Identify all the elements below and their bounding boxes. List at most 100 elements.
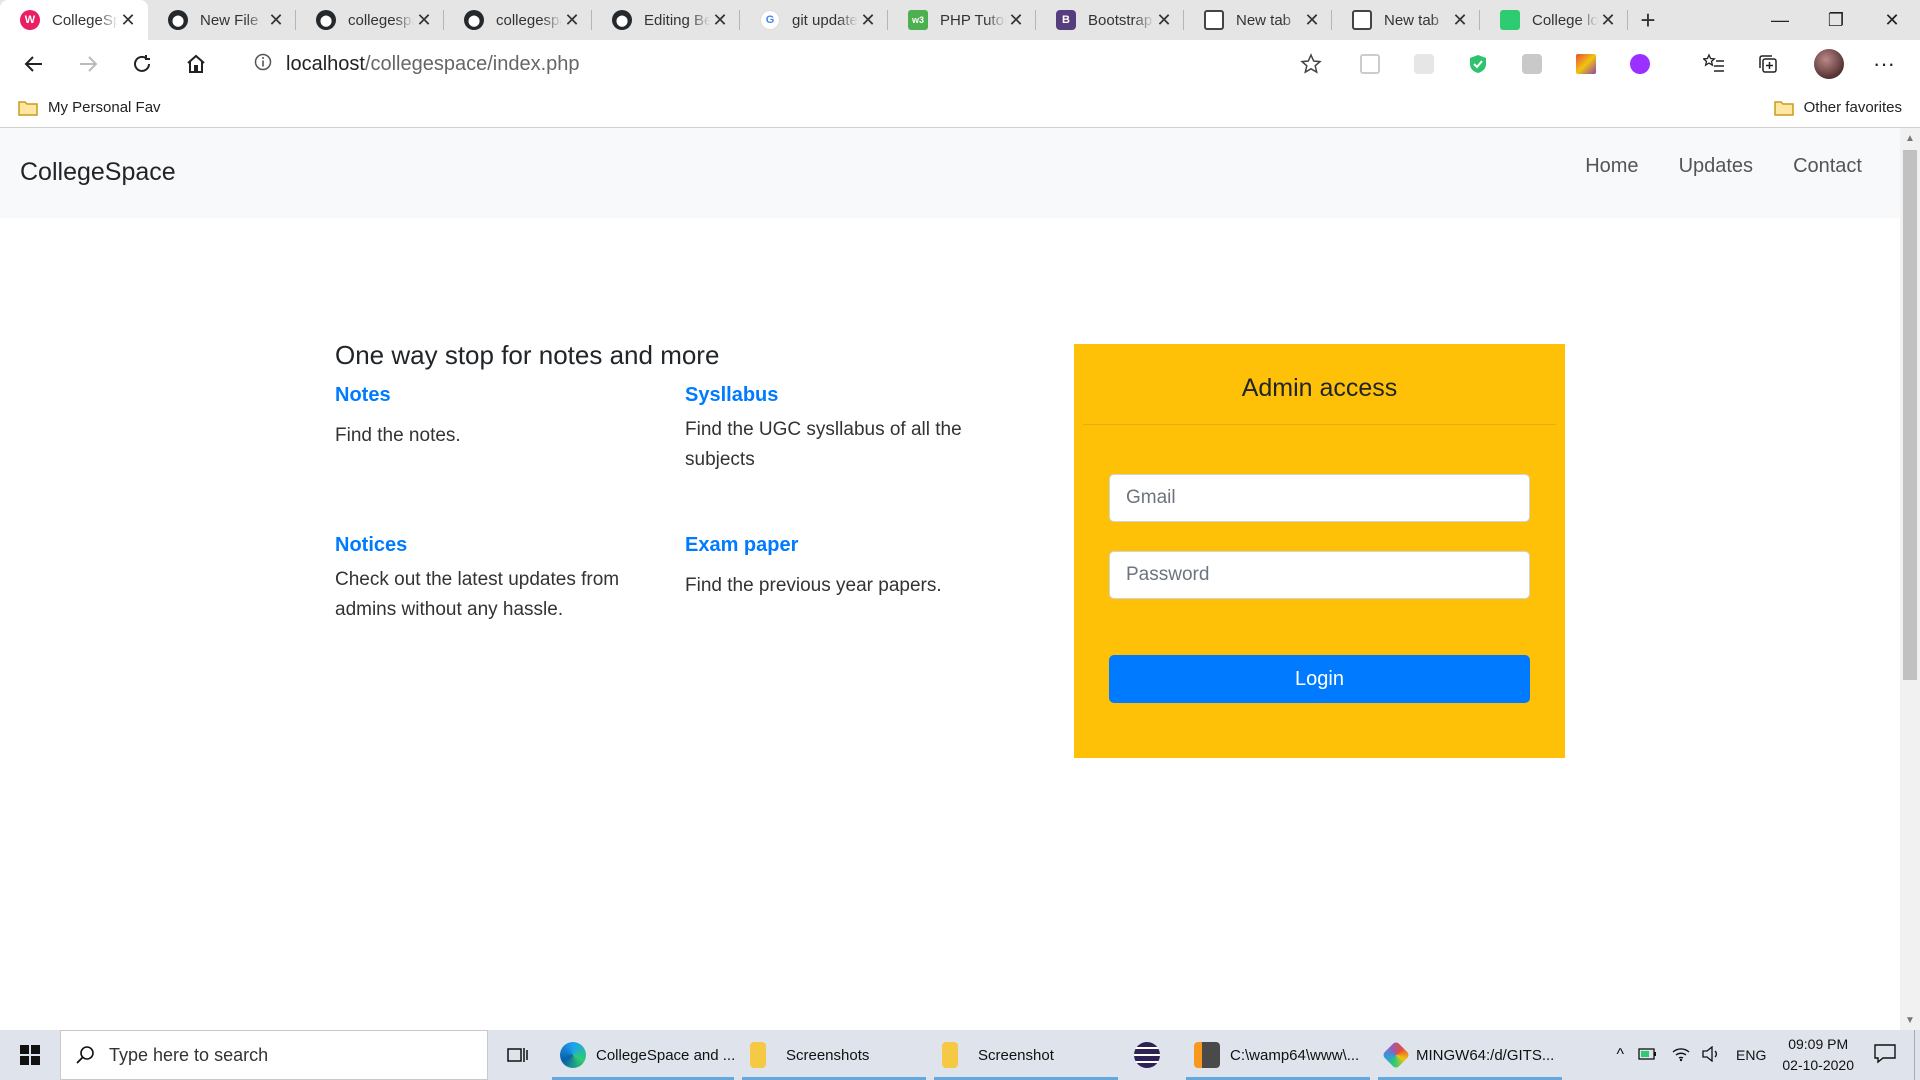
folder-icon (750, 1042, 766, 1068)
folder-icon (1773, 100, 1794, 116)
clock-date: 02-10-2020 (1782, 1057, 1854, 1073)
search-placeholder: Type here to search (109, 1044, 269, 1065)
tab-bootstrap[interactable]: B Bootstrap ✕ (1036, 0, 1184, 40)
extension-gray-icon-1[interactable] (1358, 52, 1382, 76)
more-options-icon[interactable]: ··· (1872, 51, 1896, 76)
feature-text: Find the previous year papers. (685, 575, 942, 596)
feature-title[interactable]: Notices (335, 534, 665, 557)
extension-gray-icon-2[interactable] (1412, 52, 1436, 76)
close-icon[interactable]: ✕ (1154, 10, 1174, 31)
taskbar-app-screenshot[interactable]: Screenshot (930, 1030, 1122, 1080)
taskbar-app-sublime[interactable]: C:\wamp64\www\... (1182, 1030, 1374, 1080)
tab-title: Editing Be (644, 11, 710, 29)
feature-notes: Notes Find the notes. (335, 384, 665, 451)
taskbar-app-edge[interactable]: CollegeSpace and ... (548, 1030, 738, 1080)
taskbar-app-screenshots[interactable]: Screenshots (738, 1030, 930, 1080)
tab-editing[interactable]: ⬤ Editing Be ✕ (592, 0, 740, 40)
home-icon[interactable] (176, 44, 216, 84)
collections-icon[interactable] (1756, 52, 1780, 76)
feature-title[interactable]: Sysllabus (685, 384, 1015, 407)
tab-collegespace-github-2[interactable]: ⬤ collegespace ✕ (444, 0, 592, 40)
page-scrollbar[interactable]: ▲ ▼ (1900, 128, 1920, 1030)
windows-start-icon[interactable] (0, 1030, 60, 1080)
favorite-star-icon[interactable] (1300, 53, 1322, 80)
close-icon[interactable]: ✕ (266, 10, 286, 31)
close-icon[interactable]: ✕ (1598, 10, 1618, 31)
bookmark-label: Other favorites (1803, 99, 1902, 116)
info-icon[interactable] (254, 53, 272, 76)
close-icon[interactable]: ✕ (1302, 10, 1322, 31)
bookmark-folder-other[interactable]: Other favorites (1773, 99, 1902, 116)
address-bar[interactable]: localhost/collegespace/index.php (234, 45, 1334, 83)
nav-updates[interactable]: Updates (1679, 155, 1754, 178)
taskbar-app-eclipse[interactable] (1122, 1030, 1182, 1080)
favorites-list-icon[interactable] (1702, 52, 1726, 76)
folder-icon (942, 1042, 958, 1068)
extension-gray-icon-3[interactable] (1520, 52, 1544, 76)
url-path: /collegespace/index.php (364, 52, 580, 75)
notification-icon[interactable] (1874, 1043, 1896, 1067)
tab-new-tab-2[interactable]: New tab ✕ (1332, 0, 1480, 40)
shield-icon[interactable] (1466, 52, 1490, 76)
tab-title: New tab (1384, 11, 1440, 29)
password-field[interactable]: Password (1109, 551, 1530, 599)
site-brand[interactable]: CollegeSpace (20, 158, 176, 187)
app-label: C:\wamp64\www\... (1230, 1046, 1360, 1064)
nav-contact[interactable]: Contact (1793, 155, 1862, 178)
tab-git-update[interactable]: G git update ✕ (740, 0, 888, 40)
email-field[interactable]: Gmail (1109, 474, 1530, 522)
back-icon[interactable] (14, 44, 54, 84)
wifi-icon[interactable] (1672, 1046, 1690, 1065)
feature-title[interactable]: Exam paper (685, 534, 1015, 557)
language-indicator[interactable]: ENG (1736, 1047, 1766, 1063)
scroll-thumb[interactable] (1903, 150, 1917, 680)
scroll-down-icon[interactable]: ▼ (1900, 1010, 1920, 1030)
nav-home[interactable]: Home (1585, 155, 1638, 178)
tab-collegespace[interactable]: W CollegeSpace ✕ (0, 0, 148, 40)
tab-new-file[interactable]: ⬤ New File ✕ (148, 0, 296, 40)
clock[interactable]: 09:09 PM 02-10-2020 (1782, 1034, 1854, 1076)
close-icon[interactable]: ✕ (414, 10, 434, 31)
close-icon[interactable]: ✕ (858, 10, 878, 31)
tab-php-tutorial[interactable]: w3 PHP Tutor ✕ (888, 0, 1036, 40)
eclipse-icon (1134, 1042, 1160, 1068)
tab-college-logo[interactable]: College lo ✕ (1480, 0, 1628, 40)
close-icon[interactable]: ✕ (1006, 10, 1026, 31)
refresh-icon[interactable] (122, 44, 162, 84)
minimize-icon[interactable]: — (1752, 0, 1808, 40)
chevron-up-icon[interactable]: ^ (1617, 1046, 1625, 1064)
close-icon[interactable]: ✕ (562, 10, 582, 31)
login-button[interactable]: Login (1109, 655, 1530, 703)
tab-title: collegespace (496, 11, 562, 29)
taskbar-app-git-bash[interactable]: MINGW64:/d/GITS... (1374, 1030, 1566, 1080)
purple-extension-icon[interactable] (1628, 52, 1652, 76)
feature-title[interactable]: Notes (335, 384, 665, 407)
tab-collegespace-github-1[interactable]: ⬤ collegespace ✕ (296, 0, 444, 40)
folder-icon (18, 100, 38, 116)
close-window-icon[interactable]: ✕ (1864, 0, 1920, 40)
volume-icon[interactable] (1702, 1045, 1720, 1065)
w3schools-icon: w3 (908, 10, 928, 30)
url-text[interactable]: localhost/collegespace/index.php (286, 53, 580, 76)
search-icon (76, 1046, 94, 1064)
new-tab-button[interactable]: + (1628, 0, 1668, 40)
close-icon[interactable]: ✕ (118, 10, 138, 31)
show-desktop[interactable] (1914, 1030, 1920, 1080)
close-icon[interactable]: ✕ (1450, 10, 1470, 31)
task-view-icon[interactable] (488, 1030, 548, 1080)
bookmark-label: My Personal Fav (48, 99, 161, 116)
color-picker-icon[interactable] (1574, 52, 1598, 76)
scroll-up-icon[interactable]: ▲ (1900, 128, 1920, 148)
profile-avatar[interactable] (1814, 49, 1844, 79)
forward-icon[interactable] (68, 44, 108, 84)
tab-title: collegespace (348, 11, 414, 29)
restore-icon[interactable]: ❐ (1808, 0, 1864, 40)
battery-icon[interactable] (1638, 1047, 1658, 1064)
taskbar-search-box[interactable]: Type here to search (60, 1030, 488, 1080)
close-icon[interactable]: ✕ (710, 10, 730, 31)
bookmark-folder-personal[interactable]: My Personal Fav (18, 99, 161, 116)
app-label: CollegeSpace and ... (596, 1046, 736, 1064)
github-icon: ⬤ (464, 10, 484, 30)
tab-new-tab-1[interactable]: New tab ✕ (1184, 0, 1332, 40)
browser-toolbar: localhost/collegespace/index.php ··· (0, 40, 1920, 88)
